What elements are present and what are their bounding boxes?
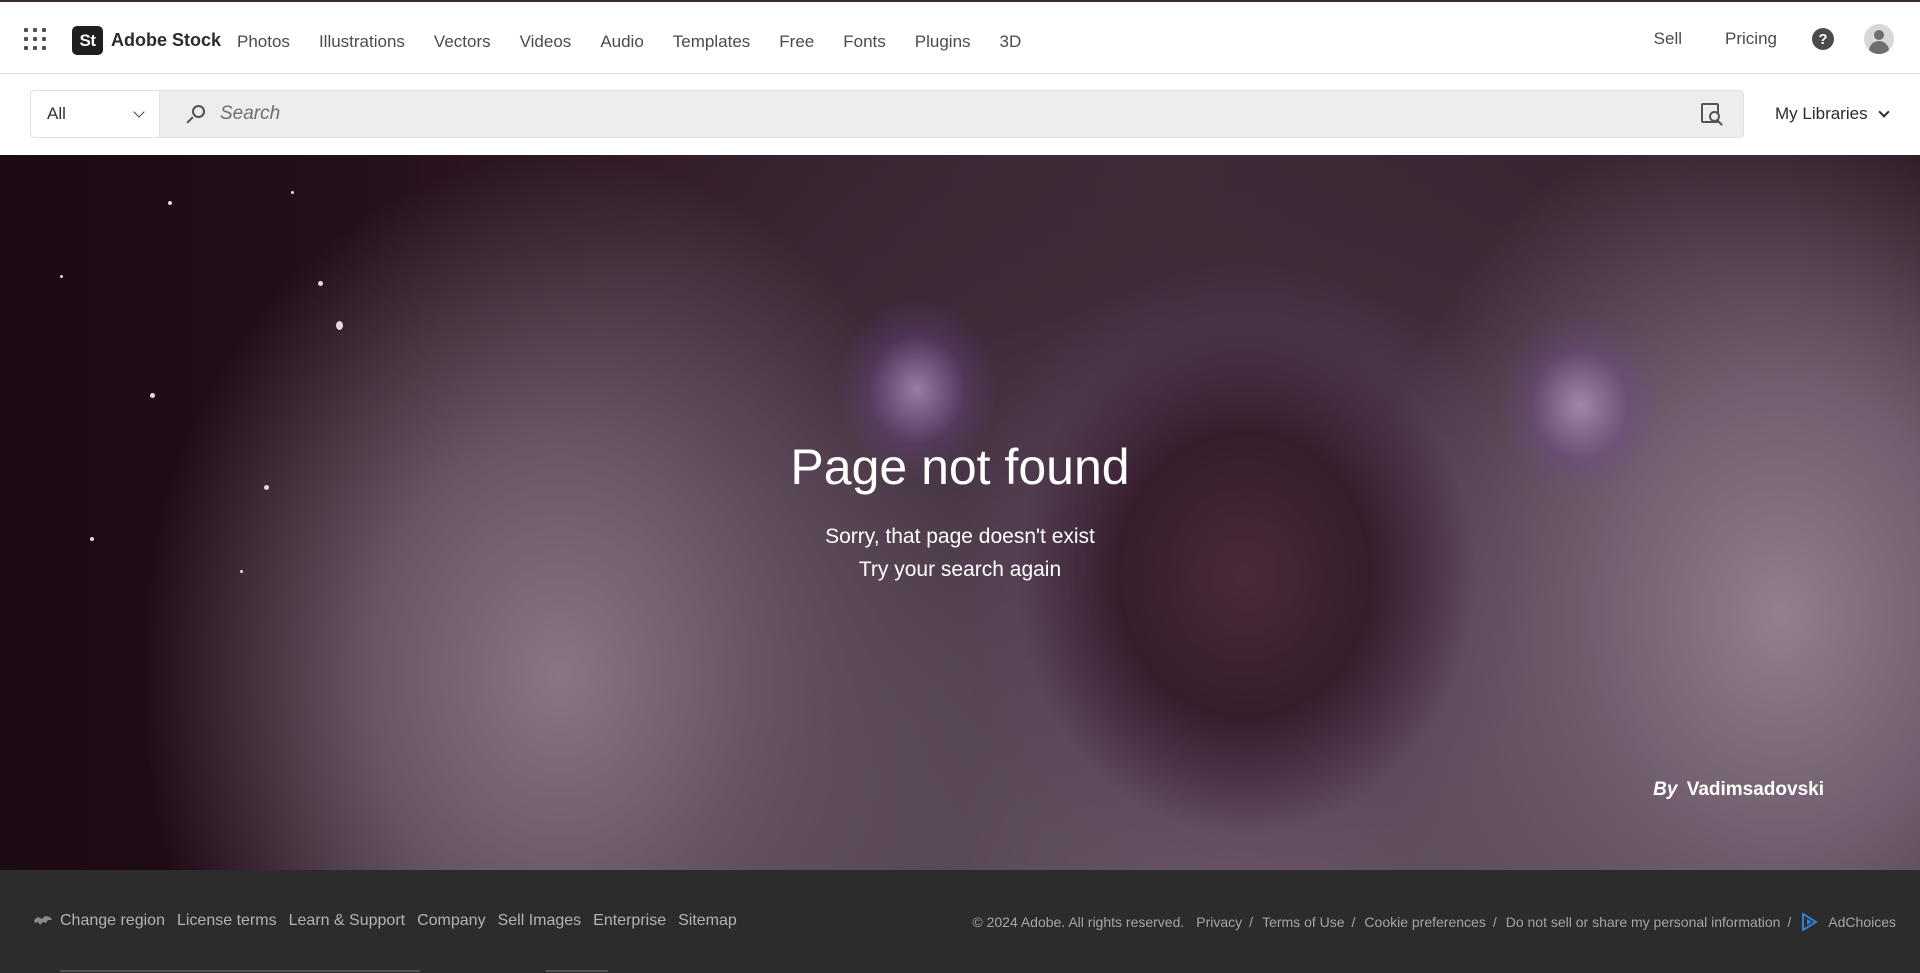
footer: Change region License terms Learn & Supp…: [0, 870, 1920, 973]
nav-illustrations[interactable]: Illustrations: [319, 32, 405, 52]
footer-divider: [60, 970, 420, 972]
footer-legal: © 2024 Adobe. All rights reserved. Priva…: [972, 913, 1896, 931]
error-message: Sorry, that page doesn't exist: [825, 525, 1095, 548]
category-value: All: [47, 104, 66, 123]
apps-grid-icon[interactable]: [24, 28, 46, 50]
my-libraries-button[interactable]: My Libraries: [1775, 104, 1890, 124]
license-terms-link[interactable]: License terms: [177, 912, 277, 930]
enterprise-link[interactable]: Enterprise: [593, 912, 666, 930]
chevron-down-icon: [133, 106, 145, 118]
footer-divider: [546, 970, 608, 972]
globe-icon: [33, 914, 53, 928]
visual-search-icon[interactable]: [1699, 101, 1725, 127]
footer-links: Change region License terms Learn & Supp…: [33, 912, 749, 930]
my-libraries-label: My Libraries: [1775, 104, 1868, 123]
help-icon[interactable]: ?: [1812, 28, 1834, 50]
sitemap-link[interactable]: Sitemap: [678, 912, 737, 930]
copyright: © 2024 Adobe. All rights reserved.: [972, 914, 1185, 930]
image-credit-link[interactable]: By Vadimsadovski: [1653, 779, 1824, 801]
nav-templates[interactable]: Templates: [673, 32, 750, 52]
search-icon: [186, 105, 206, 124]
nav-fonts[interactable]: Fonts: [843, 32, 886, 52]
separator: /: [1249, 914, 1254, 930]
separator: /: [1351, 914, 1356, 930]
cookie-preferences-link[interactable]: Cookie preferences: [1364, 914, 1485, 930]
avatar-icon[interactable]: [1864, 24, 1894, 54]
privacy-link[interactable]: Privacy: [1196, 914, 1242, 930]
adchoices-link[interactable]: AdChoices: [1828, 914, 1896, 930]
nav-videos[interactable]: Videos: [520, 32, 572, 52]
search-hint: Try your search again: [858, 558, 1062, 581]
search-row: All My Libraries: [0, 74, 1920, 155]
nav-3d[interactable]: 3D: [1000, 32, 1022, 52]
main-nav: Photos Illustrations Vectors Videos Audi…: [237, 32, 1050, 52]
chevron-down-icon: [1877, 106, 1890, 118]
category-dropdown[interactable]: All: [31, 91, 160, 137]
search-input[interactable]: [220, 91, 1699, 137]
terms-of-use-link[interactable]: Terms of Use: [1262, 914, 1344, 930]
learn-support-link[interactable]: Learn & Support: [289, 912, 406, 930]
page-title: Page not found: [790, 439, 1130, 495]
hero-image: Page not found Sorry, that page doesn't …: [0, 155, 1920, 870]
sell-link[interactable]: Sell: [1654, 29, 1682, 49]
pricing-link[interactable]: Pricing: [1725, 29, 1777, 49]
credit-author: Vadimsadovski: [1686, 779, 1824, 800]
do-not-sell-link[interactable]: Do not sell or share my personal informa…: [1506, 914, 1781, 930]
right-nav: Sell Pricing ?: [1654, 24, 1894, 54]
brand-logo-link[interactable]: St Adobe Stock: [72, 26, 221, 55]
separator: /: [1492, 914, 1497, 930]
hero-content: Page not found Sorry, that page doesn't …: [0, 155, 1920, 870]
nav-plugins[interactable]: Plugins: [915, 32, 971, 52]
nav-vectors[interactable]: Vectors: [434, 32, 491, 52]
adobe-stock-logo: St: [72, 26, 103, 55]
nav-audio[interactable]: Audio: [600, 32, 643, 52]
credit-by: By: [1653, 779, 1678, 800]
nav-photos[interactable]: Photos: [237, 32, 290, 52]
adchoices-icon[interactable]: [1800, 913, 1819, 931]
company-link[interactable]: Company: [417, 912, 485, 930]
sell-images-link[interactable]: Sell Images: [498, 912, 582, 930]
change-region-link[interactable]: Change region: [60, 912, 165, 930]
top-navigation: St Adobe Stock Photos Illustrations Vect…: [0, 0, 1920, 74]
separator: /: [1787, 914, 1792, 930]
nav-free[interactable]: Free: [779, 32, 814, 52]
brand-name: Adobe Stock: [111, 30, 222, 50]
search-bar: All: [30, 90, 1744, 138]
